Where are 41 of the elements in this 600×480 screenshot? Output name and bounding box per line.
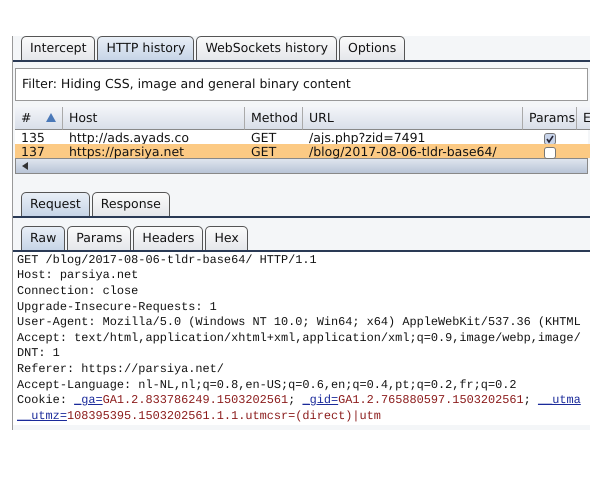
tab[interactable]: Request [21, 192, 90, 216]
tab[interactable]: Options [339, 36, 406, 60]
table-cell: https://parsiya.net [63, 144, 245, 158]
tab[interactable]: Intercept [21, 36, 96, 60]
column-header[interactable]: Host [63, 106, 245, 130]
table-cell-text: /ajs.php?zid=7491 [308, 130, 427, 144]
tab[interactable]: Headers [133, 226, 204, 250]
raw-request-line: Accept-Language: nl-NL,nl;q=0.8,en-US;q=0.6,en;q=0.4,pt;q=0.2,fr;q=0.2 [17, 378, 518, 394]
raw-request-line: Accept: text/html,application/xhtml+xml,application/xml;q=0.9,image/webp,image/ [17, 330, 582, 346]
raw-request-line: __utmz=108395395.1503202561.1.1.utmcsr=(direct)|utm [17, 408, 382, 424]
table-cell-text: GET [250, 130, 278, 144]
horizontal-scrollbar[interactable] [15, 158, 588, 174]
sort-ascending-icon[interactable] [46, 113, 56, 122]
column-header[interactable]: URL [303, 106, 523, 130]
checkbox[interactable] [544, 133, 556, 146]
left-arrow-icon[interactable] [20, 161, 30, 172]
column-header[interactable]: E [577, 106, 590, 130]
table-cell-text: http://ads.ayads.co [68, 130, 190, 144]
raw-request-line: User-Agent: Mozilla/5.0 (Windows NT 10.0; Win64; x64) AppleWebKit/537.36 (KHTML [17, 315, 582, 331]
raw-request-line: Host: parsiya.net [17, 268, 140, 284]
raw-request-line: Cookie: _ga=GA1.2.833786249.1503202561; _gid=GA1.2.765880597.1503202561; __utma [17, 393, 582, 409]
tab[interactable]: WebSockets history [196, 36, 338, 60]
tab[interactable]: Raw [21, 226, 66, 250]
tab[interactable]: Response [92, 192, 170, 216]
checkbox[interactable] [544, 147, 556, 160]
tab[interactable]: Params [67, 226, 132, 250]
raw-request-line: Connection: close [17, 284, 140, 300]
table-cell: GET [245, 144, 303, 158]
filter-bar[interactable]: Filter: Hiding CSS, image and general binary content [15, 68, 588, 100]
column-header[interactable]: # [21, 108, 32, 128]
column-header[interactable]: Params [523, 106, 577, 130]
column-header[interactable]: Method [245, 106, 303, 130]
raw-request-line: DNT: 1 [17, 346, 61, 362]
raw-request-line: Referer: https://parsiya.net/ [17, 362, 225, 378]
raw-request-line: Upgrade-Insecure-Requests: 1 [17, 300, 218, 316]
table-cell-text: 135 [20, 130, 46, 144]
tab[interactable]: Hex [205, 226, 248, 250]
raw-request-line: GET /blog/2017-08-06-tldr-base64/ HTTP/1.1 [17, 252, 318, 268]
table-cell: 137 [15, 144, 63, 158]
table-cell: /blog/2017-08-06-tldr-base64/ [303, 144, 523, 158]
tab[interactable]: HTTP history [97, 36, 194, 60]
